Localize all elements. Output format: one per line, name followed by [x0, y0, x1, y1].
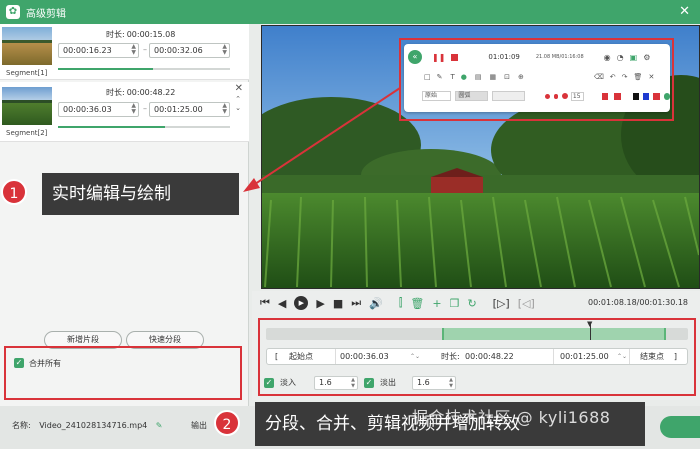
title-bar: ✿ 高级剪辑 ✕ [0, 0, 700, 24]
filename: Video_241028134716.mp4 [39, 421, 148, 430]
mark-in-icon[interactable]: [▷] [493, 297, 510, 310]
name-label: 名称: [12, 421, 31, 430]
close-icon[interactable]: ✕ [679, 4, 690, 19]
segment-duration: 时长: 00:00:48.22 [106, 88, 176, 97]
trash-icon[interactable]: 🗑 [410, 297, 424, 310]
skip-start-icon[interactable]: ⏮ [260, 296, 270, 310]
annotation-box-timeline [258, 318, 696, 396]
window-title: 高级剪辑 [26, 8, 66, 20]
filename-row: 名称: Video_241028134716.mp4 ✎ [12, 420, 163, 431]
move-down-icon[interactable]: ⌄ [235, 104, 241, 112]
add-icon[interactable]: + [432, 297, 441, 310]
export-button[interactable] [660, 416, 700, 438]
delete-segment-icon[interactable]: ✕ [235, 83, 243, 94]
segment-end-field[interactable]: 00:00:32.06 ▲ ▼ [149, 43, 230, 58]
segment-end-field[interactable]: 00:01:25.00 ▲ ▼ [149, 102, 230, 117]
segment-duration: 时长: 00:00:15.08 [106, 30, 176, 39]
segment-progress [58, 68, 230, 70]
segment-thumbnail [2, 87, 52, 125]
play-icon[interactable]: ▶ [294, 296, 309, 310]
split-icon[interactable]: ⫿ [399, 296, 403, 310]
edit-icon[interactable]: ✎ [156, 421, 163, 430]
step-back-icon[interactable]: ◀ [278, 297, 286, 310]
segment-item-2[interactable]: Segment[2] 时长: 00:00:48.22 00:00:36.03 ▲ ▼ … [0, 82, 249, 142]
segment-start-field[interactable]: 00:00:16.23 ▲ ▼ [58, 43, 139, 58]
step-forward-icon[interactable]: ▶ [316, 297, 324, 310]
segment-label: Segment[1] [6, 69, 48, 77]
stop-icon[interactable]: ■ [333, 297, 343, 310]
callout-number-2: 2 [214, 410, 240, 436]
annotation-box-toolbar [399, 38, 674, 121]
reset-icon[interactable]: ↻ [467, 297, 476, 310]
skip-end-icon[interactable]: ⏭ [351, 296, 361, 310]
player-controls: ⏮ ◀ ▶ ▶ ■ ⏭ 🔊 ⫿ 🗑 + ❐ ↻ [▷] [◁] 00:01:08… [252, 291, 700, 315]
volume-icon[interactable]: 🔊 [369, 297, 383, 310]
callout-number-1: 1 [1, 179, 27, 205]
app-logo-icon: ✿ [6, 5, 20, 19]
annotation-box-left [4, 346, 242, 400]
segment-item-1[interactable]: Segment[1] 时长: 00:00:15.08 00:00:16.23 ▲ ▼ … [0, 24, 249, 80]
segment-label: Segment[2] [6, 129, 48, 137]
segment-start-field[interactable]: 00:00:36.03 ▲ ▼ [58, 102, 139, 117]
segment-progress [58, 126, 230, 128]
move-up-icon[interactable]: ⌃ [235, 95, 241, 103]
output-label: 输出 [191, 421, 207, 430]
callout-1: 实时编辑与绘制 [42, 173, 239, 215]
copy-icon[interactable]: ❐ [450, 297, 460, 310]
playback-time: 00:01:08.18/00:01:30.18 [588, 298, 688, 307]
segment-thumbnail [2, 27, 52, 65]
mark-out-icon[interactable]: [◁] [518, 297, 535, 310]
watermark: 掘金技术社区 @ kyli1688 [412, 408, 611, 427]
